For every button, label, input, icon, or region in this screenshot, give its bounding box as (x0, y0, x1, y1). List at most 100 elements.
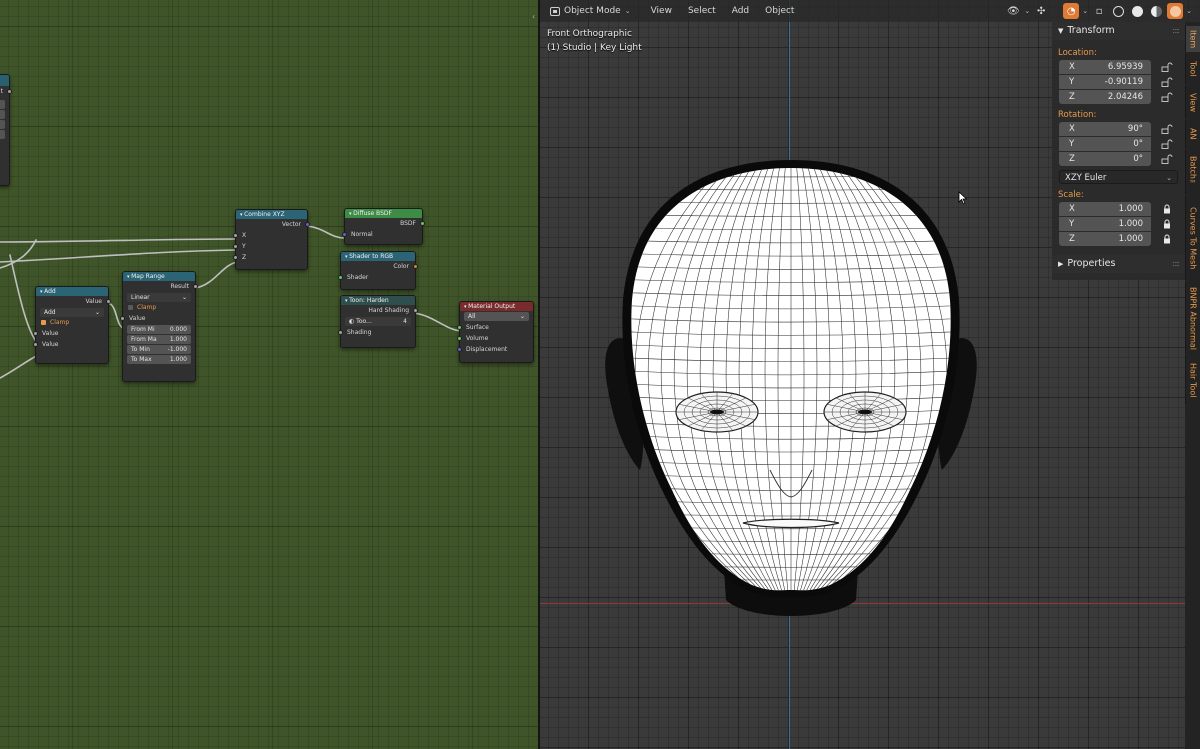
wireframe-shading-icon[interactable] (1110, 3, 1126, 19)
rotation-y-field[interactable]: Y 0° (1059, 137, 1151, 151)
socket-icon[interactable] (233, 255, 238, 260)
region-collapse-icon[interactable]: ‹ (532, 12, 535, 21)
unlock-icon[interactable] (1161, 154, 1173, 164)
unlock-icon[interactable] (1161, 139, 1173, 149)
socket-icon[interactable] (233, 233, 238, 238)
material-shading-icon[interactable] (1148, 3, 1164, 19)
chevron-down-icon[interactable]: ⌄ (1024, 7, 1030, 15)
interpolation-dropdown[interactable]: Linear ⌄ (127, 293, 191, 302)
socket-icon[interactable] (338, 330, 343, 335)
lock-icon[interactable] (1161, 234, 1173, 244)
node-group-icon: ◐ (349, 318, 355, 325)
visibility-icon[interactable]: 👁 (1005, 3, 1021, 19)
socket-icon[interactable] (338, 275, 343, 280)
chevron-down-icon: ⌄ (181, 294, 187, 301)
from-min-field[interactable]: From Mi 0.000 (127, 325, 191, 334)
unlock-icon[interactable] (1161, 124, 1173, 134)
unlock-icon[interactable] (1161, 77, 1173, 87)
chevron-down-icon[interactable]: ⌄ (1186, 7, 1192, 15)
location-y-field[interactable]: Y -0.90119 (1059, 75, 1151, 89)
node-material-output[interactable]: Material Output All ⌄ Surface Volume Dis… (457, 301, 534, 363)
rotation-mode-dropdown[interactable]: XZY Euler ⌄ (1059, 170, 1178, 184)
partial-node-field[interactable] (0, 100, 5, 109)
node-math-add[interactable]: Add Value Add ⌄ Clamp Value Value (33, 286, 111, 364)
solid-shading-icon[interactable] (1129, 3, 1145, 19)
tab-hair-tool[interactable]: Hair Tool (1185, 356, 1200, 404)
mode-dropdown[interactable]: Object Mode ⌄ (546, 3, 637, 19)
unlock-icon[interactable] (1161, 62, 1173, 72)
transform-section-header[interactable]: ▼ Transform :::: (1052, 22, 1185, 40)
node-header[interactable]: Shader to RGB (341, 252, 415, 261)
node-shader-to-rgb[interactable]: Shader to RGB Color Shader (338, 251, 418, 290)
socket-icon[interactable] (305, 222, 310, 227)
socket-icon[interactable] (457, 325, 462, 330)
location-z-field[interactable]: Z 2.04246 (1059, 90, 1151, 104)
partial-node-field[interactable] (0, 120, 5, 129)
socket-icon[interactable] (106, 299, 111, 304)
gizmo-icon[interactable]: ✣ (1033, 3, 1049, 19)
menu-object[interactable]: Object (757, 3, 802, 19)
node-group-field[interactable]: ◐ Too... 4 (345, 317, 411, 326)
clamp-checkbox[interactable]: Clamp (40, 318, 104, 327)
scale-y-field[interactable]: Y 1.000 (1059, 217, 1151, 231)
socket-icon[interactable] (33, 331, 38, 336)
drag-handle-icon[interactable]: :::: (1172, 255, 1180, 273)
node-combine-xyz[interactable]: Combine XYZ Vector X Y Z (233, 209, 310, 270)
socket-icon[interactable] (7, 89, 12, 94)
node-toon-harden[interactable]: Toon: Harden Hard Shading ◐ Too... 4 Sha… (338, 295, 418, 348)
tab-an[interactable]: AN (1185, 120, 1200, 148)
tab-item[interactable]: Item (1185, 26, 1200, 52)
xray-icon[interactable]: ▫ (1091, 3, 1107, 19)
lock-icon[interactable] (1161, 219, 1173, 229)
socket-icon[interactable] (193, 284, 198, 289)
location-x-field[interactable]: X 6.95939 (1059, 60, 1151, 74)
to-max-field[interactable]: To Max 1.000 (127, 355, 191, 364)
rendered-shading-icon[interactable] (1167, 3, 1184, 19)
partial-node-field[interactable] (0, 130, 5, 139)
menu-view[interactable]: View (643, 3, 680, 19)
tab-tool[interactable]: Tool (1185, 54, 1200, 84)
rotation-z-field[interactable]: Z 0° (1059, 152, 1151, 166)
to-min-field[interactable]: To Min -1.000 (127, 345, 191, 354)
socket-icon[interactable] (233, 244, 238, 249)
unlock-icon[interactable] (1161, 92, 1173, 102)
node-header[interactable]: Combine XYZ (236, 210, 307, 219)
node-header[interactable]: Add (36, 287, 108, 296)
socket-icon[interactable] (120, 316, 125, 321)
socket-icon[interactable] (420, 221, 425, 226)
chevron-down-icon[interactable]: ⌄ (1082, 7, 1088, 15)
shader-node-editor[interactable]: t Combine XYZ Vector X Y Z Diffuse BSDF … (0, 0, 538, 749)
socket-icon[interactable] (33, 342, 38, 347)
menu-select[interactable]: Select (680, 3, 724, 19)
rotation-x-field[interactable]: X 90° (1059, 122, 1151, 136)
scale-z-field[interactable]: Z 1.000 (1059, 232, 1151, 246)
operation-dropdown[interactable]: Add ⌄ (40, 308, 104, 317)
socket-icon[interactable] (413, 308, 418, 313)
node-header[interactable]: Map Range (123, 272, 195, 281)
drag-handle-icon[interactable]: :::: (1172, 22, 1180, 40)
lock-icon[interactable] (1161, 204, 1173, 214)
tab-bnpr-abnormal[interactable]: BNPR Abnormal (1185, 282, 1200, 354)
node-diffuse-bsdf[interactable]: Diffuse BSDF BSDF Normal (342, 208, 425, 245)
node-header[interactable]: Toon: Harden (341, 296, 415, 305)
partial-node[interactable]: t (0, 74, 12, 186)
node-header[interactable]: Diffuse BSDF (345, 209, 422, 218)
clamp-checkbox[interactable]: Clamp (127, 303, 191, 312)
menu-add[interactable]: Add (724, 3, 757, 19)
partial-node-header[interactable] (0, 75, 9, 86)
socket-icon[interactable] (342, 232, 347, 237)
tab-view[interactable]: View (1185, 86, 1200, 118)
partial-node-field[interactable] (0, 110, 5, 119)
node-header[interactable]: Material Output (460, 302, 533, 311)
tab-batch[interactable]: Batch™ (1185, 150, 1200, 194)
socket-icon[interactable] (457, 336, 462, 341)
tab-curves-to-mesh[interactable]: Curves To Mesh (1185, 196, 1200, 280)
node-map-range[interactable]: Map Range Result Linear ⌄ Clamp Value Fr… (120, 271, 198, 382)
socket-icon[interactable] (413, 264, 418, 269)
scale-x-field[interactable]: X 1.000 (1059, 202, 1151, 216)
socket-icon[interactable] (457, 347, 462, 352)
properties-section-header[interactable]: ▶ Properties :::: (1052, 255, 1185, 273)
from-max-field[interactable]: From Ma 1.000 (127, 335, 191, 344)
overlays-icon[interactable]: ◔ (1063, 3, 1080, 19)
target-dropdown[interactable]: All ⌄ (464, 312, 529, 321)
